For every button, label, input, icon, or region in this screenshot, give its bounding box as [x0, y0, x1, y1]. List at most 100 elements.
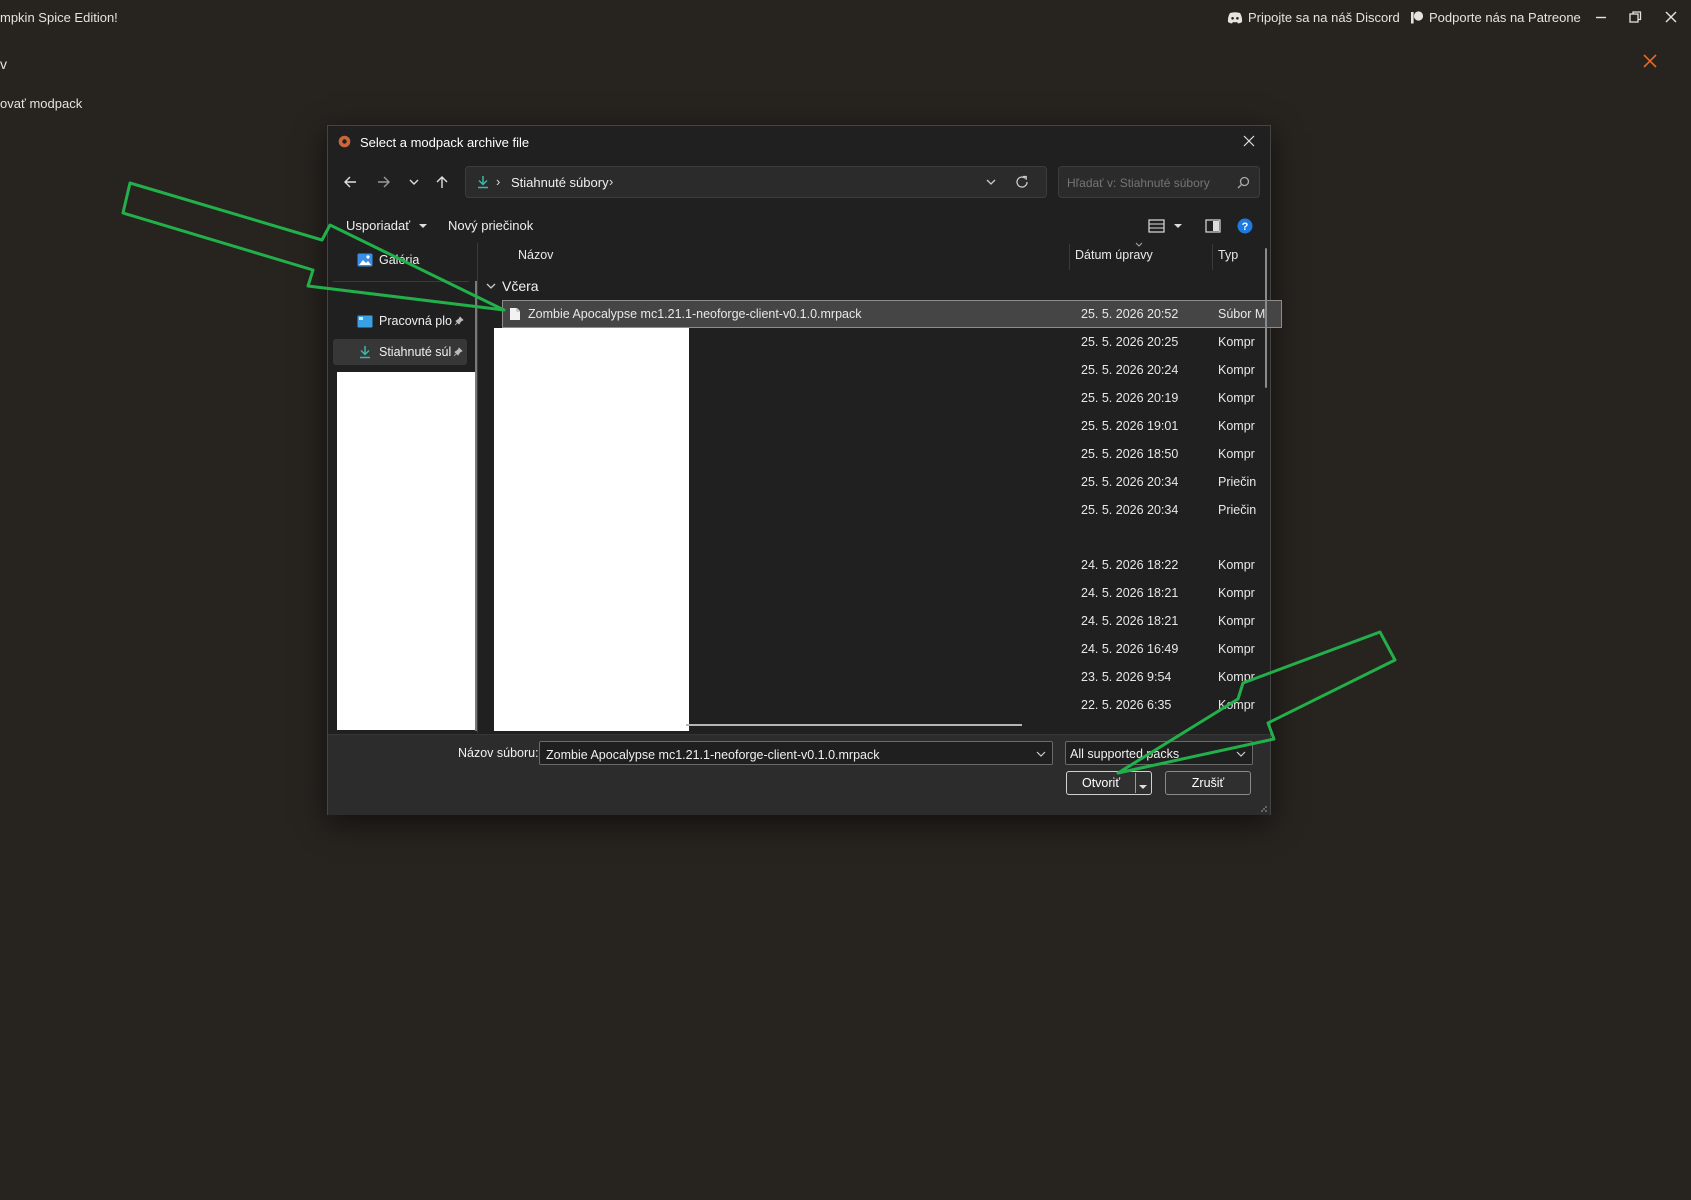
close-icon [1665, 11, 1677, 23]
view-options-button[interactable] [1148, 218, 1188, 237]
file-type: Kompr [1218, 586, 1255, 600]
refresh-icon[interactable] [1015, 175, 1029, 189]
file-type: Kompr [1218, 670, 1255, 684]
file-type: Kompr [1218, 419, 1255, 433]
file-type: Priečin [1218, 503, 1257, 517]
dialog-footer: Názov súboru: All supported packs Otvori… [328, 734, 1270, 815]
caret-down-icon [418, 224, 427, 228]
file-type: Kompr [1218, 335, 1255, 349]
up-button[interactable] [428, 168, 456, 196]
arrow-left-icon [344, 176, 356, 188]
filetype-select[interactable]: All supported packs [1065, 741, 1253, 765]
filename-combobox[interactable] [539, 741, 1053, 765]
new-folder-button[interactable]: Nový priečinok [448, 218, 533, 233]
forward-button[interactable] [370, 168, 398, 196]
pane-divider[interactable] [477, 243, 478, 733]
file-date: 24. 5. 2026 16:49 [1081, 642, 1179, 656]
search-icon[interactable] [1237, 176, 1250, 189]
svg-text:?: ? [1242, 221, 1249, 233]
maximize-button[interactable] [1624, 6, 1646, 28]
nav-item-gallery[interactable]: Galéria [357, 247, 467, 273]
filename-input[interactable] [544, 746, 1023, 764]
resize-grip-icon[interactable] [1260, 805, 1268, 813]
minimize-button[interactable] [1590, 6, 1612, 28]
file-date: 25. 5. 2026 20:34 [1081, 503, 1179, 517]
file-row[interactable]: Zombie Apocalypse mc1.21.1-neoforge-clie… [502, 300, 1282, 328]
cancel-button[interactable]: Zrušiť [1165, 771, 1251, 795]
redacted-area [494, 328, 689, 731]
redacted-area [337, 372, 477, 730]
breadcrumb-separator: › [496, 174, 501, 189]
import-modpack-label[interactable]: ovať modpack [0, 96, 82, 111]
discord-link[interactable]: Pripojte sa na náš Discord [1227, 10, 1400, 25]
help-button[interactable]: ? [1237, 218, 1253, 237]
column-separator[interactable] [1212, 244, 1213, 270]
split-divider [1135, 773, 1136, 793]
file-type: Kompr [1218, 698, 1255, 712]
file-type: Kompr [1218, 363, 1255, 377]
column-header-name[interactable]: Názov [518, 248, 553, 262]
file-name: Zombie Apocalypse mc1.21.1-neoforge-clie… [528, 307, 862, 321]
file-date: 25. 5. 2026 18:50 [1081, 447, 1179, 461]
nav-item-downloads[interactable]: Stiahnuté súl [333, 339, 467, 365]
nav-item-desktop[interactable]: Pracovná plo [357, 308, 467, 334]
close-icon [1643, 54, 1657, 68]
desktop-icon [357, 315, 373, 327]
nav-item-label: Galéria [379, 253, 420, 267]
column-header-date[interactable]: Dátum úpravy [1075, 248, 1153, 262]
preview-pane-button[interactable] [1205, 218, 1221, 237]
search-box[interactable] [1058, 166, 1260, 198]
navigation-pane: Galéria Pracovná plo Stiahnuté súl [329, 243, 477, 808]
column-header-type[interactable]: Typ [1218, 248, 1238, 262]
arrow-right-icon [378, 176, 390, 188]
patreon-link[interactable]: Podporte nás na Patreone [1410, 10, 1581, 25]
filename-label: Názov súboru: [458, 746, 539, 760]
dialog-title: Select a modpack archive file [360, 135, 530, 150]
file-open-dialog: Select a modpack archive file › Stiahnut… [327, 125, 1282, 815]
open-options-button[interactable] [1138, 779, 1148, 794]
recent-locations-button[interactable] [400, 168, 428, 196]
horizontal-scrollbar[interactable] [686, 724, 1022, 726]
group-label: Včera [502, 278, 539, 294]
chevron-down-icon [1236, 751, 1246, 757]
breadcrumb-folder[interactable]: Stiahnuté súbory [511, 175, 609, 190]
discord-label: Pripojte sa na náš Discord [1248, 10, 1400, 25]
filetype-value: All supported packs [1070, 747, 1180, 761]
nav-divider [333, 281, 469, 282]
nav-item-label: Pracovná plo [379, 314, 452, 328]
search-input[interactable] [1065, 173, 1229, 193]
file-date: 25. 5. 2026 20:19 [1081, 391, 1179, 405]
file-type: Súbor M [1218, 307, 1266, 321]
minimize-icon [1596, 16, 1606, 19]
app-title: mpkin Spice Edition! [0, 10, 118, 25]
column-separator[interactable] [1069, 244, 1070, 270]
close-icon [1243, 135, 1255, 147]
file-date: 22. 5. 2026 6:35 [1081, 698, 1172, 712]
arrow-up-icon [436, 176, 448, 188]
help-icon: ? [1237, 218, 1253, 234]
file-date: 25. 5. 2026 19:01 [1081, 419, 1179, 433]
group-header-yesterday[interactable]: Včera [486, 278, 539, 294]
back-button[interactable] [336, 168, 364, 196]
file-date: 24. 5. 2026 18:21 [1081, 614, 1179, 628]
file-type: Kompr [1218, 642, 1255, 656]
dialog-titlebar: Select a modpack archive file [328, 126, 1270, 156]
preview-pane-icon [1205, 219, 1221, 233]
file-type: Kompr [1218, 447, 1255, 461]
dialog-close-button[interactable] [1238, 132, 1260, 150]
caret-down-icon [1139, 785, 1147, 789]
patreon-label: Podporte nás na Patreone [1429, 10, 1581, 25]
download-icon [478, 176, 488, 189]
breadcrumb-separator[interactable]: › [609, 174, 613, 189]
chevron-down-icon[interactable] [1036, 750, 1046, 758]
panel-close-button[interactable] [1643, 52, 1657, 72]
pin-icon [454, 316, 464, 326]
vertical-scrollbar[interactable] [1265, 248, 1267, 388]
address-bar[interactable]: › Stiahnuté súbory › [465, 166, 1047, 198]
details-view-icon [1148, 219, 1182, 233]
organize-menu[interactable]: Usporiadať [346, 218, 428, 233]
window-close-button[interactable] [1660, 6, 1682, 28]
sort-indicator-icon [1135, 242, 1143, 247]
pin-icon [453, 347, 463, 357]
chevron-down-icon[interactable] [986, 177, 996, 187]
